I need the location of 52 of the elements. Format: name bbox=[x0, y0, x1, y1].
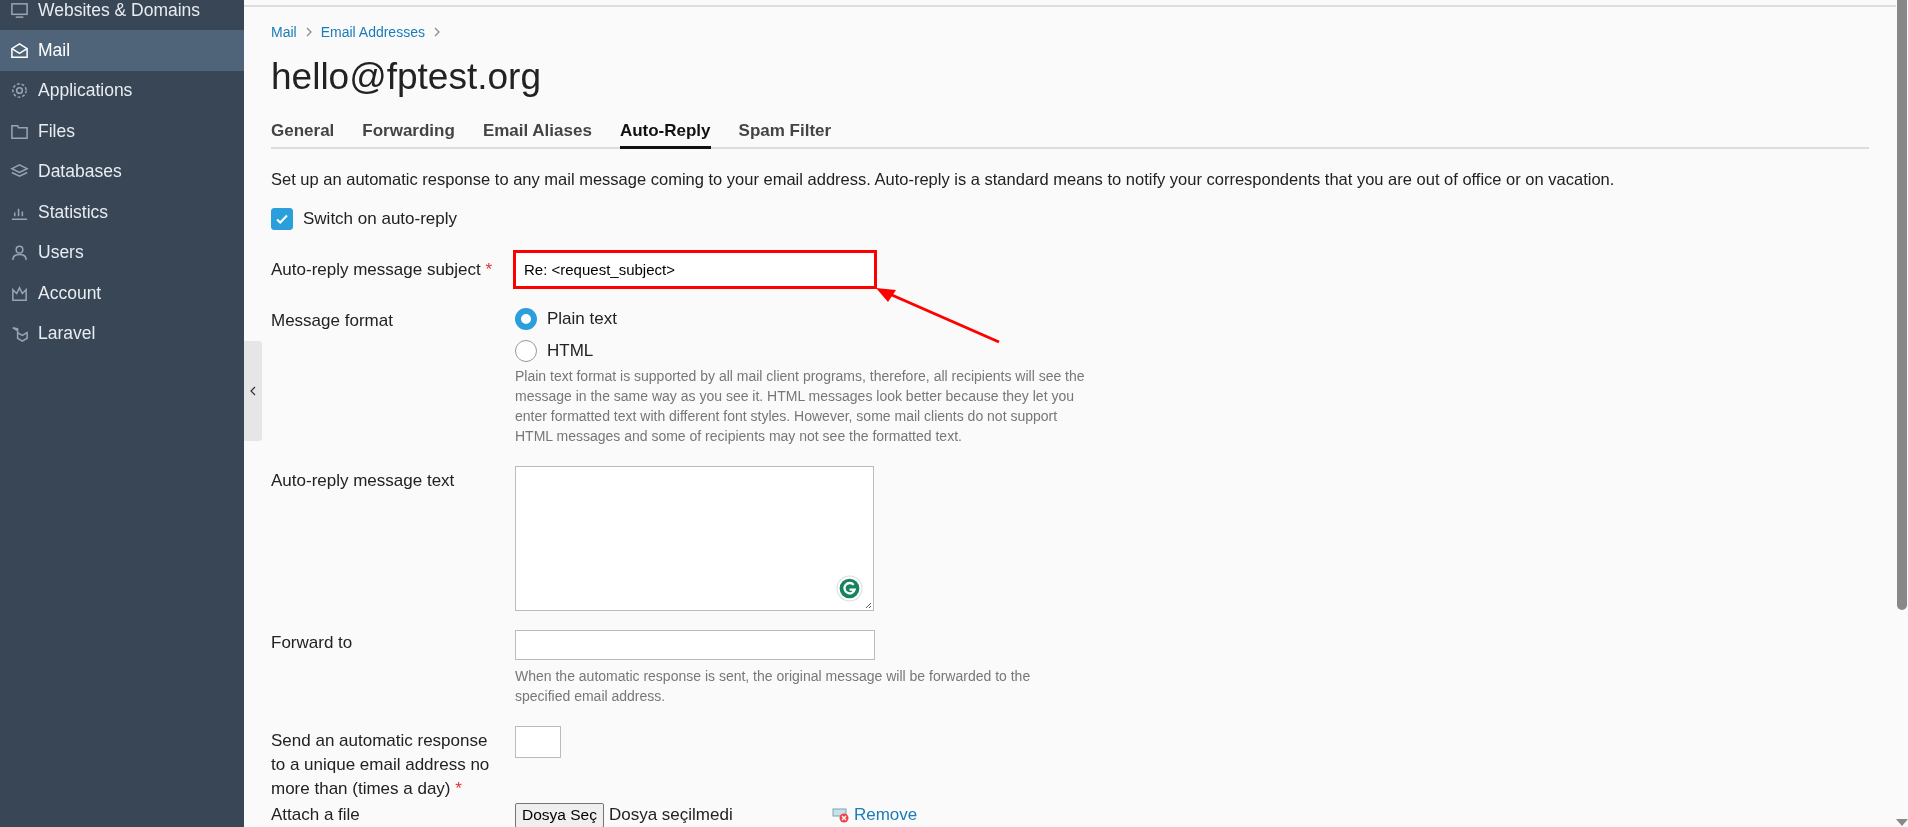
tab[interactable]: Email Aliases bbox=[482, 121, 592, 149]
field-label: Attach a file bbox=[271, 805, 360, 824]
sidebar-item[interactable]: Account bbox=[0, 273, 244, 314]
sidebar-item[interactable]: Users bbox=[0, 232, 244, 273]
breadcrumb-link[interactable]: Mail bbox=[271, 24, 297, 40]
sidebar-item[interactable]: Laravel bbox=[0, 313, 244, 354]
user-icon bbox=[10, 243, 29, 263]
sidebar-item[interactable]: Files bbox=[0, 111, 244, 152]
file-status-text: Dosya seçilmedi bbox=[608, 805, 734, 825]
tab[interactable]: Forwarding bbox=[362, 121, 455, 149]
description-text: Set up an automatic response to any mail message coming to your email address. Auto-reply is a standard means to notify your correspondents that you are out of office or on vacation. bbox=[271, 169, 1616, 189]
checkbox[interactable] bbox=[271, 208, 293, 230]
tab[interactable]: General bbox=[271, 121, 335, 149]
forward-input[interactable] bbox=[515, 630, 875, 660]
breadcrumb-link[interactable]: Email Addresses bbox=[320, 24, 425, 40]
help-text: When the automatic response is sent, the original message will be forwarded to the specified email address. bbox=[515, 667, 1032, 706]
tab[interactable]: Spam Filter bbox=[738, 121, 832, 149]
page-title: hello@fptest.org bbox=[271, 55, 542, 99]
radio-label: HTML bbox=[547, 341, 594, 361]
sidebar-item[interactable]: Websites & Domains bbox=[0, 0, 244, 30]
scroll-down-icon[interactable] bbox=[1896, 819, 1908, 826]
remove-link[interactable]: Remove bbox=[853, 805, 918, 825]
scrollbar[interactable] bbox=[1896, 0, 1908, 827]
sidebar-item[interactable]: Applications bbox=[0, 70, 244, 111]
field-label: Send an automatic response to a unique email address no more than (times a day) * bbox=[271, 731, 490, 798]
sidebar-item[interactable]: Databases bbox=[0, 151, 244, 192]
field-label: Auto-reply message subject * bbox=[271, 259, 493, 279]
resize-grip-icon[interactable] bbox=[864, 601, 872, 609]
checkbox-label: Switch on auto-reply bbox=[303, 209, 458, 229]
field-label: Forward to bbox=[271, 633, 353, 652]
gear-icon bbox=[10, 81, 29, 101]
field-label: Auto-reply message text bbox=[271, 471, 455, 490]
radio-label: Plain text bbox=[547, 309, 617, 329]
sidebar-item[interactable]: Mail bbox=[0, 30, 244, 71]
sidebar-item[interactable]: Statistics bbox=[0, 192, 244, 233]
field-label: Message format bbox=[271, 311, 393, 330]
radio-button[interactable] bbox=[515, 340, 537, 362]
remove-file-icon bbox=[831, 807, 850, 823]
monitor-icon bbox=[10, 0, 29, 20]
chevron-left-icon bbox=[250, 386, 256, 396]
scrollbar-thumb[interactable] bbox=[1897, 0, 1907, 610]
limit-input[interactable] bbox=[515, 726, 561, 758]
grammar-assistant-icon[interactable] bbox=[836, 575, 863, 602]
envelope-icon bbox=[10, 40, 29, 60]
collapse-handle[interactable] bbox=[244, 341, 262, 441]
crown-icon bbox=[10, 283, 29, 303]
choose-file-button[interactable]: Dosya Seç bbox=[515, 802, 604, 827]
chevron-right-icon bbox=[433, 27, 440, 37]
tab[interactable]: Auto-Reply bbox=[619, 121, 711, 149]
chevron-right-icon bbox=[305, 27, 312, 37]
radio-button[interactable] bbox=[515, 308, 537, 330]
help-text: Plain text format is supported by all mail client programs, therefore, all recipients will see the message in the same way as you see it. HTML messages look better because they let you enter formatted text with different font styles. However, some mail clients do not support HTML messages and some of recipients may not see the formatted text. bbox=[515, 367, 1085, 446]
